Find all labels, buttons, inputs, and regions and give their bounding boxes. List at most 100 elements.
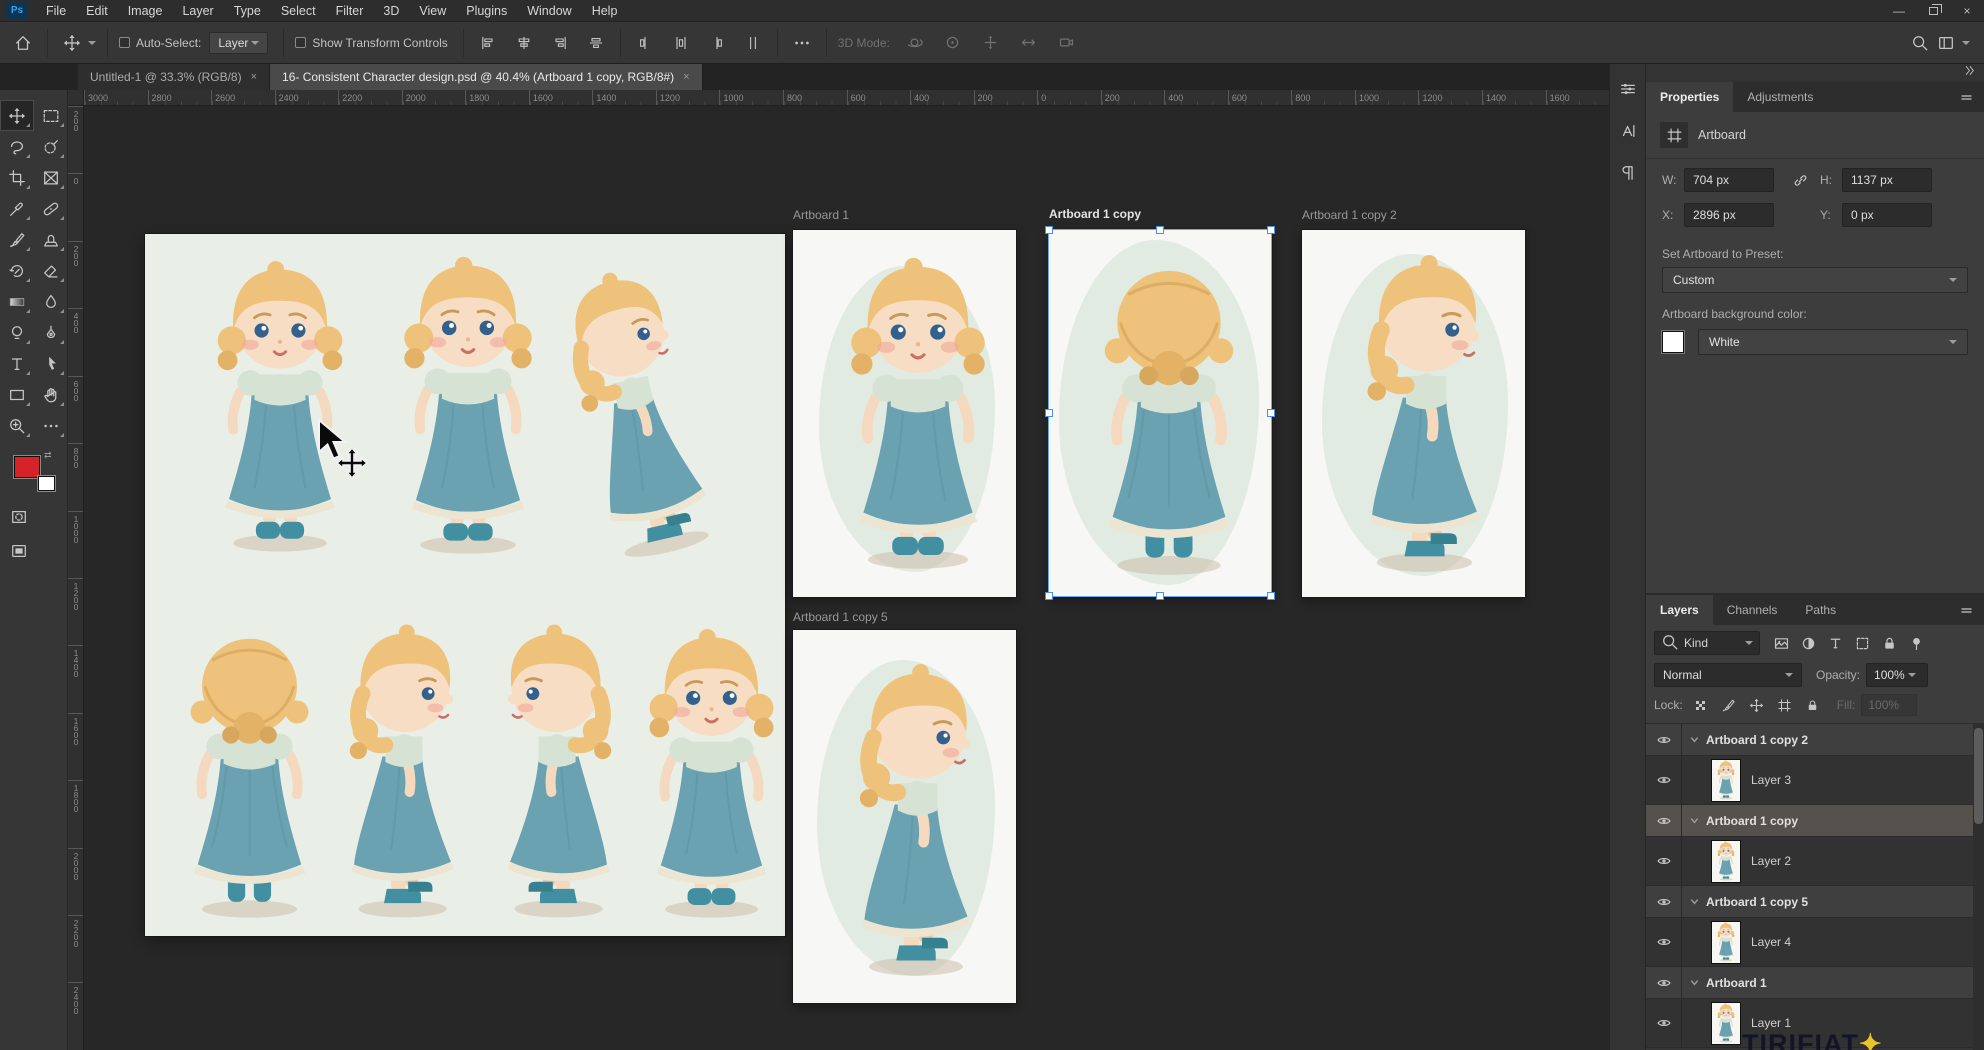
menu-file[interactable]: File bbox=[36, 4, 76, 18]
distribute-center-v-icon[interactable] bbox=[668, 30, 694, 56]
visibility-eye-icon[interactable] bbox=[1646, 967, 1682, 998]
height-field[interactable]: 1137 px bbox=[1842, 168, 1932, 192]
distribute-bottom-icon[interactable] bbox=[704, 30, 730, 56]
tab-properties[interactable]: Properties bbox=[1646, 82, 1733, 112]
layer-row-layer-4[interactable]: Layer 4 bbox=[1646, 918, 1984, 967]
swap-colors-icon[interactable]: ⇄ bbox=[44, 450, 52, 461]
lasso-tool[interactable] bbox=[0, 131, 34, 162]
pin-filter-icon[interactable] bbox=[1904, 631, 1929, 655]
menu-window[interactable]: Window bbox=[517, 4, 581, 18]
distribute-gap-icon[interactable] bbox=[740, 30, 766, 56]
restore-button[interactable] bbox=[1916, 4, 1950, 18]
artboard-label-4[interactable]: Artboard 1 copy 5 bbox=[793, 610, 888, 624]
ruler-origin[interactable] bbox=[68, 90, 84, 106]
document-tab-1[interactable]: Untitled-1 @ 33.3% (RGB/8)× bbox=[78, 64, 270, 90]
layer-row-artboard-1-copy[interactable]: Artboard 1 copy bbox=[1646, 805, 1984, 837]
auto-select-target-dropdown[interactable]: Layer bbox=[209, 32, 268, 54]
path-selection-tool[interactable] bbox=[34, 348, 68, 379]
layer-row-layer-3[interactable]: Layer 3 bbox=[1646, 756, 1984, 805]
close-tab-icon[interactable]: × bbox=[683, 71, 689, 83]
menu-filter[interactable]: Filter bbox=[326, 4, 374, 18]
align-middle-icon[interactable] bbox=[583, 30, 609, 56]
character-rail-icon[interactable] bbox=[1610, 114, 1646, 148]
panel-menu-icon[interactable] bbox=[1959, 82, 1984, 112]
type-filter-icon[interactable] bbox=[1823, 631, 1848, 655]
close-button[interactable]: × bbox=[1950, 4, 1984, 18]
blur-tool[interactable] bbox=[34, 286, 68, 317]
layer-row-artboard-1-copy-2[interactable]: Artboard 1 copy 2 bbox=[1646, 724, 1984, 756]
layer-row-artboard-1-copy-5[interactable]: Artboard 1 copy 5 bbox=[1646, 886, 1984, 918]
menu-type[interactable]: Type bbox=[224, 4, 271, 18]
vertical-ruler[interactable]: 2000200400600800100012001400160018002000… bbox=[68, 106, 84, 1050]
background-color-swatch[interactable] bbox=[38, 476, 55, 491]
lock-artboard-icon[interactable] bbox=[1776, 696, 1794, 714]
artboard-bg-swatch[interactable] bbox=[1662, 331, 1684, 353]
character-sheet-image[interactable] bbox=[145, 234, 785, 936]
search-icon[interactable] bbox=[1907, 30, 1933, 56]
menu-edit[interactable]: Edit bbox=[76, 4, 118, 18]
eyedropper-tool[interactable] bbox=[0, 193, 34, 224]
visibility-eye-icon[interactable] bbox=[1646, 999, 1682, 1047]
history-brush-tool[interactable] bbox=[0, 255, 34, 286]
pixel-filter-icon[interactable] bbox=[1769, 631, 1794, 655]
object-selection-tool[interactable] bbox=[34, 131, 68, 162]
close-tab-icon[interactable]: × bbox=[251, 71, 257, 83]
marquee-tool[interactable] bbox=[34, 100, 68, 131]
layer-thumbnail[interactable] bbox=[1712, 841, 1740, 882]
link-dimensions-icon[interactable] bbox=[1780, 172, 1820, 189]
menu-plugins[interactable]: Plugins bbox=[456, 4, 517, 18]
move-tool[interactable] bbox=[0, 100, 34, 131]
visibility-eye-icon[interactable] bbox=[1646, 756, 1682, 804]
minimize-button[interactable]: — bbox=[1882, 4, 1916, 18]
artboard-label-2[interactable]: Artboard 1 copy bbox=[1049, 207, 1141, 221]
chevron-down-icon[interactable] bbox=[88, 41, 96, 49]
collapse-panels-icon[interactable] bbox=[1963, 64, 1976, 82]
adjustment-filter-icon[interactable] bbox=[1796, 631, 1821, 655]
y-field[interactable]: 0 px bbox=[1842, 203, 1932, 227]
visibility-eye-icon[interactable] bbox=[1646, 886, 1682, 917]
lock-move-icon[interactable] bbox=[1748, 696, 1766, 714]
paragraph-rail-icon[interactable] bbox=[1610, 156, 1646, 190]
auto-select-checkbox[interactable] bbox=[119, 37, 130, 48]
foreground-color-swatch[interactable] bbox=[14, 456, 40, 478]
show-transform-checkbox[interactable] bbox=[295, 37, 306, 48]
visibility-eye-icon[interactable] bbox=[1646, 837, 1682, 885]
tab-adjustments[interactable]: Adjustments bbox=[1733, 82, 1827, 112]
more-options-icon[interactable] bbox=[789, 30, 815, 56]
screen-mode-button[interactable] bbox=[2, 536, 36, 566]
hand-tool[interactable] bbox=[34, 379, 68, 410]
properties-rail-icon[interactable] bbox=[1610, 72, 1646, 106]
x-field[interactable]: 2896 px bbox=[1684, 203, 1774, 227]
zoom-tool[interactable] bbox=[0, 410, 34, 441]
kind-filter-dropdown[interactable]: Kind bbox=[1654, 631, 1760, 655]
tab-paths[interactable]: Paths bbox=[1791, 595, 1850, 625]
panel-menu-icon[interactable] bbox=[1959, 595, 1984, 625]
preset-dropdown[interactable]: Custom bbox=[1662, 267, 1968, 293]
more-tools-tool[interactable] bbox=[34, 410, 68, 441]
layer-thumbnail[interactable] bbox=[1712, 1003, 1740, 1044]
home-icon[interactable] bbox=[10, 30, 36, 56]
crop-tool[interactable] bbox=[0, 162, 34, 193]
layer-thumbnail[interactable] bbox=[1712, 922, 1740, 963]
width-field[interactable]: 704 px bbox=[1684, 168, 1774, 192]
document-tab-2[interactable]: 16- Consistent Character design.psd @ 40… bbox=[270, 64, 703, 90]
menu-view[interactable]: View bbox=[409, 4, 456, 18]
layer-row-layer-2[interactable]: Layer 2 bbox=[1646, 837, 1984, 886]
artboard-1-copy[interactable] bbox=[1049, 230, 1272, 597]
frame-tool[interactable] bbox=[34, 162, 68, 193]
pen-tool[interactable] bbox=[34, 317, 68, 348]
chevron-down-icon[interactable] bbox=[1682, 734, 1706, 745]
chevron-down-icon[interactable] bbox=[1682, 896, 1706, 907]
visibility-eye-icon[interactable] bbox=[1646, 724, 1682, 755]
artboard-1[interactable] bbox=[793, 230, 1016, 597]
chevron-down-icon[interactable] bbox=[1682, 977, 1706, 988]
tab-layers[interactable]: Layers bbox=[1646, 595, 1713, 625]
dodge-tool[interactable] bbox=[0, 317, 34, 348]
tab-channels[interactable]: Channels bbox=[1713, 595, 1792, 625]
rectangle-tool[interactable] bbox=[0, 379, 34, 410]
lock-transparent-icon[interactable] bbox=[1692, 696, 1710, 714]
clone-stamp-tool[interactable] bbox=[34, 224, 68, 255]
artboard-label-1[interactable]: Artboard 1 bbox=[793, 208, 849, 222]
menu-layer[interactable]: Layer bbox=[172, 4, 223, 18]
pasteboard[interactable]: Artboard 1 Artboard 1 copy Artboard 1 co… bbox=[84, 106, 1609, 1050]
